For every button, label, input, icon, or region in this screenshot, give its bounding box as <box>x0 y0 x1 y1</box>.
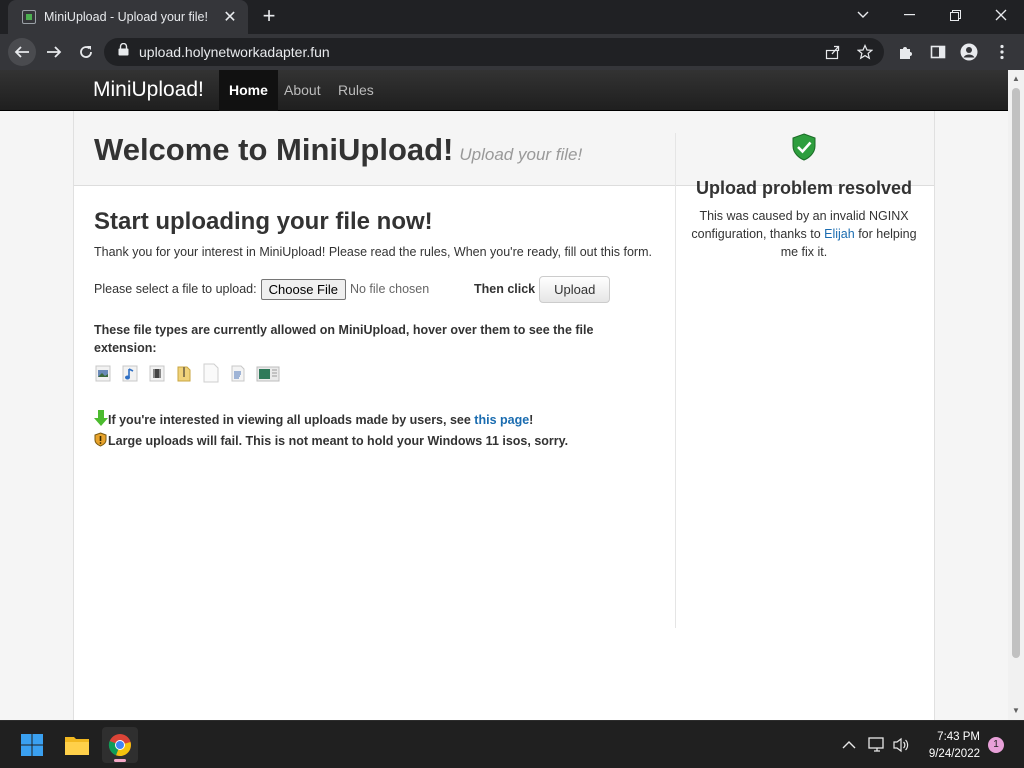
uploads-note-suffix: ! <box>529 413 534 427</box>
upload-button[interactable]: Upload <box>539 275 611 303</box>
extensions-puzzle-icon[interactable] <box>896 42 916 62</box>
blank-file-icon[interactable] <box>202 363 220 383</box>
status-panel: Upload problem resolved This was caused … <box>686 133 922 261</box>
green-shield-check-icon <box>791 133 817 165</box>
tab-title: MiniUpload - Upload your file! <box>44 10 208 24</box>
scrollbar-thumb[interactable] <box>1012 88 1020 658</box>
this-page-link[interactable]: this page <box>474 413 529 427</box>
volume-icon[interactable] <box>892 721 910 768</box>
elijah-link[interactable]: Elijah <box>824 227 855 241</box>
uploads-note: If you're interested in viewing all uplo… <box>94 410 654 431</box>
clock-time: 7:43 PM <box>937 731 980 743</box>
content-container: Welcome to MiniUpload! Upload your file! … <box>73 111 935 720</box>
site-navbar: MiniUpload! Home About Rules <box>0 70 1008 111</box>
clock-date: 9/24/2022 <box>928 748 980 760</box>
tab-close-icon[interactable]: ✕ <box>222 7 238 27</box>
favicon-icon <box>22 10 36 24</box>
file-types-text: These file types are currently allowed o… <box>94 323 594 355</box>
green-down-arrow-icon <box>94 410 108 426</box>
choose-file-button[interactable]: Choose File <box>260 278 346 300</box>
page-scrollbar[interactable]: ▲ ▼ <box>1008 70 1024 720</box>
browser-titlebar: MiniUpload - Upload your file! ✕ + <box>0 0 1024 34</box>
chrome-taskbar-icon[interactable] <box>102 727 138 763</box>
nav-home[interactable]: Home <box>219 70 278 111</box>
no-file-text: No file chosen <box>349 282 430 296</box>
windows-start-icon[interactable] <box>14 727 50 763</box>
page-subtitle: Upload your file! <box>459 145 583 164</box>
large-uploads-note-text: Large uploads will fail. This is not mea… <box>108 434 569 448</box>
address-bar[interactable]: upload.holynetworkadapter.fun <box>104 38 884 66</box>
site-brand[interactable]: MiniUpload! <box>93 78 204 102</box>
upload-form: Please select a file to upload: Choose F… <box>94 275 654 303</box>
sidebar-divider <box>675 133 676 628</box>
upload-heading: Start uploading your file now! <box>94 208 433 235</box>
nav-about[interactable]: About <box>274 70 331 111</box>
new-tab-button[interactable]: + <box>256 5 282 29</box>
bookmark-star-icon[interactable] <box>856 43 874 61</box>
then-click-label: Then click <box>473 282 536 296</box>
reload-button[interactable] <box>72 38 100 66</box>
text-file-icon[interactable] <box>229 363 247 383</box>
large-uploads-note: Large uploads will fail. This is not mea… <box>94 431 654 452</box>
side-panel-icon[interactable] <box>928 42 948 62</box>
browser-tab[interactable]: MiniUpload - Upload your file! ✕ <box>8 0 248 34</box>
file-types-list <box>94 361 654 383</box>
audio-file-icon[interactable] <box>121 363 139 383</box>
uploads-note-text: If you're interested in viewing all uplo… <box>108 413 475 427</box>
forward-button[interactable] <box>40 38 68 66</box>
windows-taskbar: 7:43 PM 9/24/2022 1 <box>0 720 1024 768</box>
lock-icon[interactable] <box>118 42 129 61</box>
nav-rules[interactable]: Rules <box>328 70 384 111</box>
status-heading: Upload problem resolved <box>695 178 913 198</box>
taskbar-clock[interactable]: 7:43 PM 9/24/2022 <box>929 729 980 763</box>
select-file-label: Please select a file to upload: <box>94 282 257 296</box>
upload-section: Start uploading your file now! Thank you… <box>94 208 654 452</box>
url-text: upload.holynetworkadapter.fun <box>139 44 330 60</box>
video-file-icon[interactable] <box>148 363 166 383</box>
scroll-up-arrow-icon[interactable]: ▲ <box>1012 74 1020 83</box>
spreadsheet-file-icon[interactable] <box>256 363 280 383</box>
intro-text: Thank you for your interest in MiniUploa… <box>94 245 652 259</box>
restore-button[interactable] <box>932 0 978 30</box>
warning-shield-icon <box>94 432 108 448</box>
scroll-down-arrow-icon[interactable]: ▼ <box>1012 706 1020 715</box>
close-window-button[interactable] <box>978 0 1024 30</box>
browser-toolbar: upload.holynetworkadapter.fun <box>0 34 1024 70</box>
notes-section: If you're interested in viewing all uplo… <box>94 410 654 452</box>
file-explorer-icon[interactable] <box>59 727 95 763</box>
profile-avatar-icon[interactable] <box>959 42 979 62</box>
image-file-icon[interactable] <box>94 363 112 383</box>
minimize-button[interactable] <box>886 0 932 30</box>
show-hidden-icons-chevron-icon[interactable] <box>842 721 856 768</box>
tab-search-chevron-icon[interactable] <box>840 0 886 30</box>
back-button[interactable] <box>8 38 36 66</box>
browser-menu-icon[interactable] <box>992 42 1012 62</box>
network-icon[interactable] <box>868 721 886 768</box>
share-icon[interactable] <box>824 43 842 61</box>
page-title: Welcome to MiniUpload! Upload your file! <box>94 132 583 167</box>
status-text: This was caused by an invalid NGINX conf… <box>691 209 917 259</box>
notification-badge[interactable]: 1 <box>988 737 1004 753</box>
page-viewport: MiniUpload! Home About Rules Welcome to … <box>0 70 1008 720</box>
archive-file-icon[interactable] <box>175 363 193 383</box>
